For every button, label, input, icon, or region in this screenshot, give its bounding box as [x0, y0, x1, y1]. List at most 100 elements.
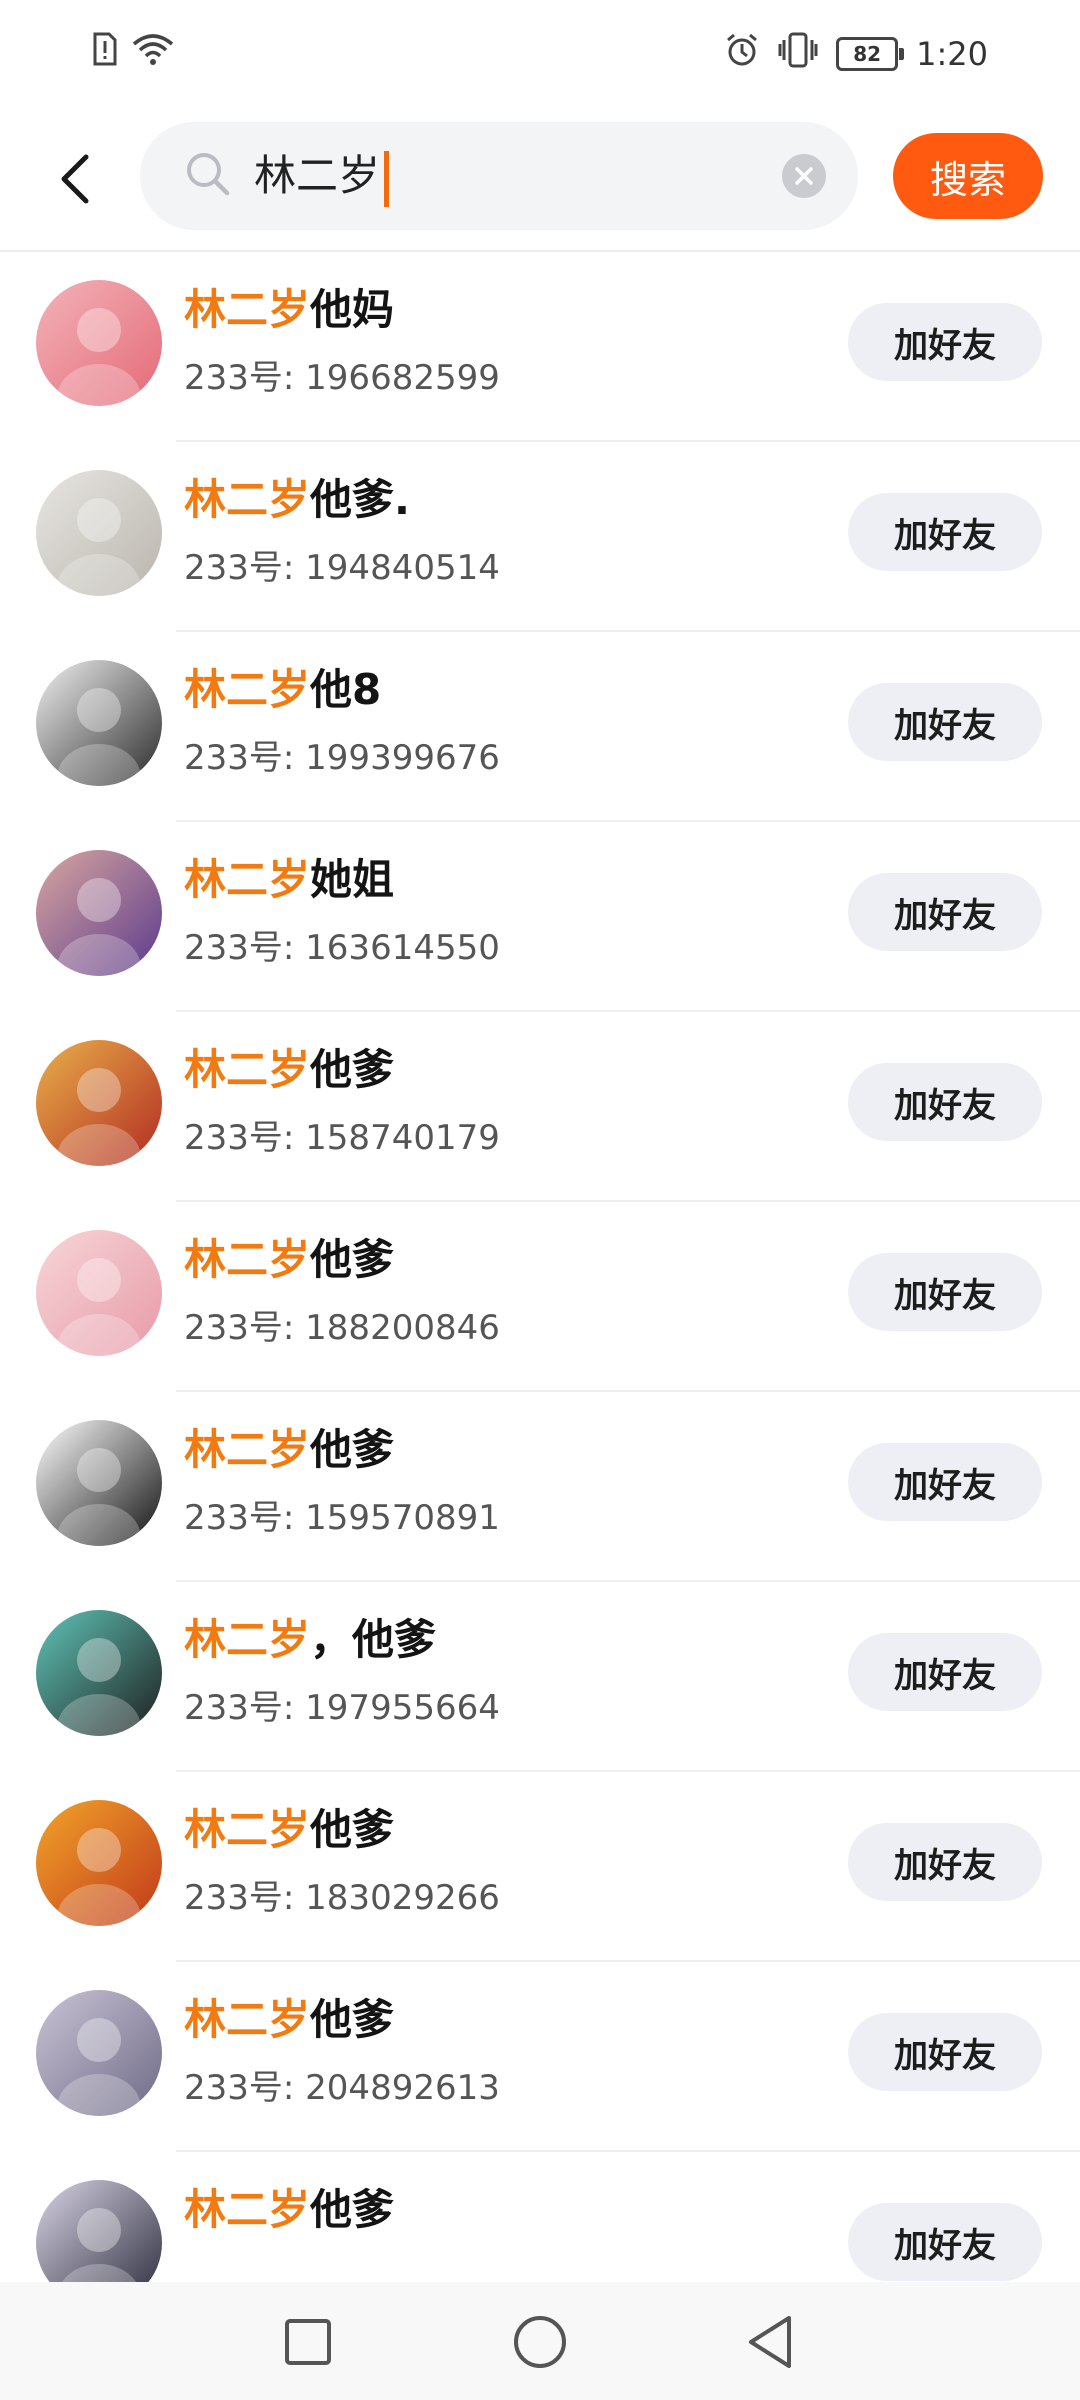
- avatar[interactable]: [36, 1800, 162, 1926]
- add-friend-button[interactable]: 加好友: [848, 1063, 1042, 1141]
- result-account-id: 233号: 159570891: [184, 1496, 500, 1540]
- nav-back-button[interactable]: [740, 2312, 800, 2372]
- nickname-highlight: 林二岁: [184, 2185, 311, 2234]
- result-row[interactable]: 林二岁他爹 233号: 183029266 加好友: [0, 1772, 1080, 1962]
- nickname-highlight: 林二岁: [184, 665, 311, 714]
- back-button[interactable]: [40, 144, 110, 214]
- account-id-value: 194840514: [305, 548, 500, 588]
- result-nickname: 林二岁他爹: [184, 1042, 394, 1098]
- avatar[interactable]: [36, 1610, 162, 1736]
- nickname-rest: 他爹: [310, 1995, 395, 2044]
- account-id-value: 183029266: [305, 1878, 500, 1918]
- result-nickname: 林二岁他爹: [184, 1802, 394, 1858]
- result-nickname: 林二岁他爹.: [184, 472, 410, 528]
- add-friend-button[interactable]: 加好友: [848, 1633, 1042, 1711]
- result-row[interactable]: 林二岁他爹 233号: 188200846 加好友: [0, 1202, 1080, 1392]
- vibrate-icon: [778, 32, 818, 76]
- result-account-id: 233号: 194840514: [184, 546, 500, 590]
- clear-search-button[interactable]: [782, 154, 826, 198]
- search-input[interactable]: 林二岁: [140, 122, 858, 230]
- wifi-icon: [132, 32, 174, 70]
- search-icon: [184, 150, 232, 202]
- result-row[interactable]: 林二岁他爹. 233号: 194840514 加好友: [0, 442, 1080, 632]
- account-id-prefix: 233号:: [184, 548, 306, 588]
- account-id-value: 163614550: [305, 928, 500, 968]
- nickname-rest: 他爹: [310, 1045, 395, 1094]
- nickname-highlight: 林二岁: [184, 1425, 311, 1474]
- recents-button[interactable]: [278, 2312, 338, 2372]
- result-nickname: 林二岁她姐: [184, 852, 394, 908]
- avatar[interactable]: [36, 1230, 162, 1356]
- result-nickname: 林二岁他爹: [184, 1992, 394, 2048]
- nickname-rest: 他爹: [310, 1425, 395, 1474]
- result-nickname: 林二岁他爹: [184, 2182, 394, 2238]
- back-triangle-icon: [749, 2316, 791, 2368]
- battery-icon: 82: [836, 37, 905, 71]
- recents-square-icon: [285, 2319, 331, 2365]
- status-bar: 82 1:20: [0, 0, 1080, 108]
- add-friend-button[interactable]: 加好友: [848, 303, 1042, 381]
- result-nickname: 林二岁他爹: [184, 1422, 394, 1478]
- account-id-value: 196682599: [305, 358, 500, 398]
- account-id-prefix: 233号:: [184, 738, 306, 778]
- result-account-id: 233号: 158740179: [184, 1116, 500, 1160]
- add-friend-button[interactable]: 加好友: [848, 1823, 1042, 1901]
- nickname-rest: ，他爹: [310, 1615, 437, 1664]
- nickname-highlight: 林二岁: [184, 475, 311, 524]
- result-nickname: 林二岁他8: [184, 662, 381, 718]
- system-nav-bar: [0, 2282, 1080, 2400]
- text-caret: [384, 150, 390, 207]
- add-friend-button[interactable]: 加好友: [848, 493, 1042, 571]
- result-row[interactable]: 林二岁他妈 233号: 196682599 加好友: [0, 252, 1080, 442]
- account-id-prefix: 233号:: [184, 1118, 306, 1158]
- avatar[interactable]: [36, 1420, 162, 1546]
- result-nickname: 林二岁他爹: [184, 1232, 394, 1288]
- nickname-highlight: 林二岁: [184, 1615, 311, 1664]
- close-icon: [795, 167, 813, 185]
- result-account-id: 233号: 183029266: [184, 1876, 500, 1920]
- avatar[interactable]: [36, 280, 162, 406]
- account-id-value: 204892613: [305, 2068, 500, 2108]
- nickname-rest: 他爹: [310, 1235, 395, 1284]
- result-account-id: 233号: 163614550: [184, 926, 500, 970]
- alarm-icon: [724, 32, 760, 76]
- result-nickname: 林二岁他妈: [184, 282, 394, 338]
- add-friend-button[interactable]: 加好友: [848, 2203, 1042, 2281]
- result-row[interactable]: 林二岁他8 233号: 199399676 加好友: [0, 632, 1080, 822]
- home-button[interactable]: [510, 2312, 570, 2372]
- add-friend-button[interactable]: 加好友: [848, 683, 1042, 761]
- nickname-rest: 他爹: [310, 2185, 395, 2234]
- nickname-highlight: 林二岁: [184, 1805, 311, 1854]
- search-results-list: 林二岁他妈 233号: 196682599 加好友 林二岁他爹. 233号: 19484…: [0, 252, 1080, 2342]
- result-row[interactable]: 林二岁他爹 233号: 158740179 加好友: [0, 1012, 1080, 1202]
- add-friend-button[interactable]: 加好友: [848, 1253, 1042, 1331]
- account-id-prefix: 233号:: [184, 928, 306, 968]
- result-account-id: 233号: 204892613: [184, 2066, 500, 2110]
- avatar[interactable]: [36, 470, 162, 596]
- result-row[interactable]: 林二岁，他爹 233号: 197955664 加好友: [0, 1582, 1080, 1772]
- nickname-highlight: 林二岁: [184, 1995, 311, 2044]
- avatar[interactable]: [36, 850, 162, 976]
- status-right-icons: 82 1:20: [724, 32, 988, 76]
- add-friend-button[interactable]: 加好友: [848, 873, 1042, 951]
- result-nickname: 林二岁，他爹: [184, 1612, 436, 1668]
- add-friend-button[interactable]: 加好友: [848, 1443, 1042, 1521]
- account-id-value: 199399676: [305, 738, 500, 778]
- account-id-value: 197955664: [305, 1688, 500, 1728]
- account-id-value: 158740179: [305, 1118, 500, 1158]
- status-left-icons: [92, 32, 174, 70]
- result-row[interactable]: 林二岁她姐 233号: 163614550 加好友: [0, 822, 1080, 1012]
- clock-time: 1:20: [916, 35, 988, 73]
- result-row[interactable]: 林二岁他爹 233号: 204892613 加好友: [0, 1962, 1080, 2152]
- search-button[interactable]: 搜索: [893, 133, 1043, 219]
- add-friend-button[interactable]: 加好友: [848, 2013, 1042, 2091]
- account-id-prefix: 233号:: [184, 1878, 306, 1918]
- search-header: 林二岁 搜索: [0, 108, 1080, 252]
- home-circle-icon: [514, 2316, 566, 2368]
- account-id-prefix: 233号:: [184, 1498, 306, 1538]
- nickname-rest: 他爹.: [310, 475, 410, 524]
- result-row[interactable]: 林二岁他爹 233号: 159570891 加好友: [0, 1392, 1080, 1582]
- avatar[interactable]: [36, 1040, 162, 1166]
- avatar[interactable]: [36, 1990, 162, 2116]
- avatar[interactable]: [36, 660, 162, 786]
